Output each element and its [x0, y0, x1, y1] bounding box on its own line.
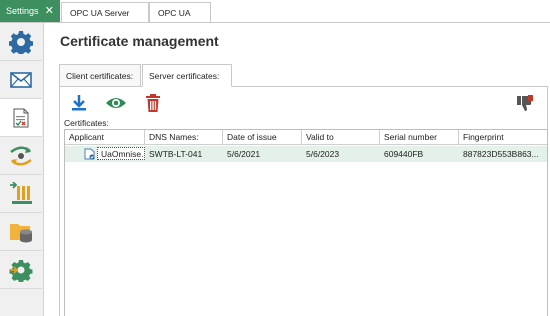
tab-server-certificates[interactable]: Server certificates:	[142, 64, 232, 87]
column-header-dns-names[interactable]: DNS Names:	[145, 130, 223, 145]
sidebar-item-import[interactable]	[0, 175, 42, 213]
sidebar-item-general-settings[interactable]	[0, 23, 42, 61]
cell-serial-number: 609440FB	[384, 149, 424, 159]
window-tab-bar: Settings ✕ OPC UA Server OPC UA	[0, 0, 550, 23]
tab-settings[interactable]: Settings ✕	[0, 0, 60, 22]
cell-applicant[interactable]: UaOmnise...	[97, 147, 145, 160]
sidebar-item-storage[interactable]	[0, 213, 42, 251]
tab-opc-ua-label: OPC UA	[158, 7, 191, 18]
column-header-serial-number[interactable]: Serial number	[380, 130, 459, 145]
sidebar-item-certificates[interactable]	[0, 99, 42, 137]
download-button[interactable]	[69, 93, 89, 113]
certificate-document-icon	[13, 108, 29, 127]
tab-client-certificates[interactable]: Client certificates:	[59, 64, 141, 87]
sidebar-item-advanced[interactable]	[0, 251, 42, 289]
download-icon	[72, 95, 86, 111]
sidebar-item-mail[interactable]	[0, 61, 42, 99]
mail-icon	[10, 71, 32, 88]
import-bars-icon	[10, 181, 32, 204]
close-icon[interactable]: ✕	[45, 4, 54, 18]
view-eye-icon	[106, 98, 126, 108]
delete-trash-icon	[146, 94, 160, 112]
gear-arrows-icon	[9, 259, 33, 282]
delete-button[interactable]	[143, 93, 163, 113]
certificate-icon	[84, 148, 96, 160]
reject-thumbs-down-icon	[517, 95, 533, 111]
column-header-date-of-issue[interactable]: Date of issue	[223, 130, 302, 145]
cell-dns-names: SWTB-LT-041	[149, 149, 203, 159]
tab-settings-label: Settings	[6, 6, 39, 16]
cell-valid-to: 5/6/2023	[306, 149, 340, 159]
gear-icon	[9, 30, 33, 54]
table-row[interactable]: UaOmnise... SWTB-LT-041 5/6/2021 5/6/202…	[65, 146, 547, 162]
tab-client-certificates-label: Client certificates:	[66, 70, 134, 81]
sidebar	[0, 23, 44, 316]
tab-opc-ua-server-label: OPC UA Server	[70, 7, 130, 18]
view-button[interactable]	[104, 93, 128, 113]
reject-button[interactable]	[515, 93, 535, 113]
cell-fingerprint: 887823D553B863...	[463, 149, 539, 159]
certificates-label: Certificates:	[64, 118, 109, 128]
exchange-arrows-icon	[10, 146, 32, 165]
column-header-applicant[interactable]: Applicant	[65, 130, 145, 145]
tab-opc-ua-server[interactable]: OPC UA Server	[61, 2, 149, 22]
tab-opc-ua[interactable]: OPC UA	[149, 2, 211, 22]
certificates-table: Applicant DNS Names: Date of issue Valid…	[64, 129, 548, 316]
tab-server-certificates-label: Server certificates:	[149, 70, 220, 81]
cell-date-of-issue: 5/6/2021	[227, 149, 261, 159]
page-title: Certificate management	[60, 33, 219, 49]
column-header-valid-to[interactable]: Valid to	[302, 130, 380, 145]
sidebar-item-exchange[interactable]	[0, 137, 42, 175]
folder-database-icon	[10, 223, 32, 242]
column-header-fingerprint[interactable]: Fingerprint	[459, 130, 547, 145]
